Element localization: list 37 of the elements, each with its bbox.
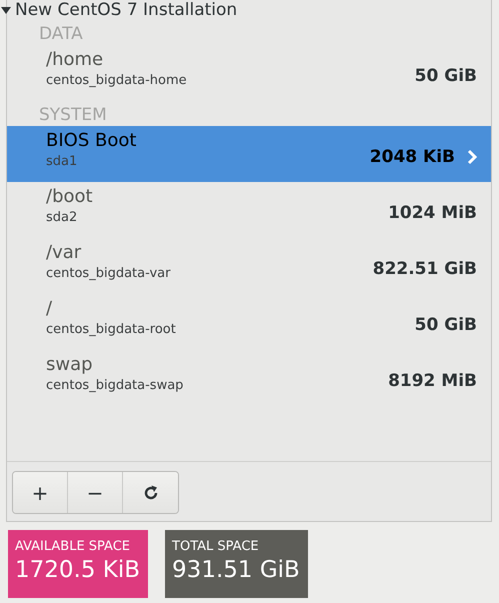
group-heading: SYSTEM: [38, 104, 108, 126]
device-name: centos_bigdata-root: [46, 321, 176, 339]
installation-title[interactable]: New CentOS 7 Installation: [15, 0, 238, 20]
mount-name: /boot: [46, 185, 93, 209]
mount-name: /home: [46, 48, 104, 72]
mount-name: BIOS Boot: [46, 129, 136, 153]
remove-button[interactable]: −: [68, 472, 123, 513]
device-name: centos_bigdata-swap: [46, 377, 184, 395]
space-label: TOTAL SPACE: [172, 538, 260, 555]
mount-size: 822.51 GiB: [372, 258, 477, 280]
group-heading: DATA: [38, 23, 84, 45]
expander-icon[interactable]: [1, 6, 11, 14]
device-name: centos_bigdata-var: [46, 265, 170, 283]
mount-point-row[interactable]: BIOS Boot sda1 2048 KiB: [7, 126, 491, 182]
refresh-icon: [142, 484, 158, 500]
mount-point-row[interactable]: /home centos_bigdata-home 50 GiB: [7, 45, 491, 101]
chevron-icon: [467, 148, 477, 164]
device-name: sda2: [46, 209, 78, 227]
mount-point-row[interactable]: swap centos_bigdata-swap 8192 MiB: [7, 350, 491, 406]
mount-size: 2048 KiB: [370, 146, 455, 168]
mount-point-row[interactable]: /var centos_bigdata-var 822.51 GiB: [7, 238, 491, 294]
reset-button[interactable]: [123, 472, 178, 513]
mount-name: /var: [46, 241, 82, 265]
device-name: sda1: [46, 153, 78, 171]
space-value: 1720.5 KiB: [15, 556, 140, 585]
mount-name: /: [46, 297, 54, 321]
add-button[interactable]: +: [13, 472, 68, 513]
space-label: AVAILABLE SPACE: [15, 538, 132, 555]
mount-name: swap: [46, 353, 94, 377]
mount-size: 8192 MiB: [388, 370, 477, 392]
mount-size: 50 GiB: [414, 64, 477, 88]
mount-size: 50 GiB: [414, 314, 477, 336]
mount-point-row[interactable]: /boot sda2 1024 MiB: [7, 182, 491, 238]
mount-point-row[interactable]: / centos_bigdata-root 50 GiB: [7, 294, 491, 350]
space-value: 931.51 GiB: [172, 556, 300, 585]
mount-size: 1024 MiB: [388, 202, 477, 224]
device-name: centos_bigdata-home: [46, 72, 187, 90]
